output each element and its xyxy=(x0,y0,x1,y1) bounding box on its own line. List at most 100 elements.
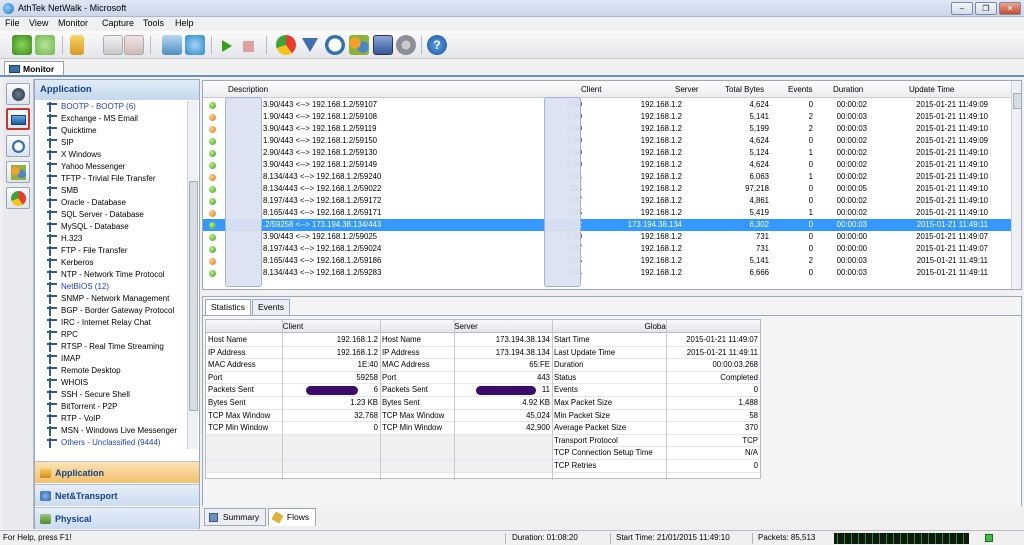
table-row[interactable]: 2.90/443 <--> 192.168.1.2/591302.90192.1… xyxy=(203,147,1011,159)
tree-item[interactable]: NetBIOS (12) xyxy=(47,281,189,293)
col-update-time[interactable]: Update Time xyxy=(909,85,954,94)
table-row[interactable]: 1.90/443 <--> 192.168.1.2/591501.90192.1… xyxy=(203,135,1011,147)
tree-item[interactable]: Others - Unclassified (9444) xyxy=(47,437,189,449)
tree-item[interactable]: SSH - Secure Shell xyxy=(47,389,189,401)
tree-item[interactable]: FTP - File Transfer xyxy=(47,245,189,257)
tab-flows[interactable]: Flows xyxy=(268,508,316,526)
col-client[interactable]: Client xyxy=(581,85,601,94)
table-row[interactable]: 8.165/443 <--> 192.168.1.2/59186.165192.… xyxy=(203,255,1011,267)
tree-item[interactable]: BOOTP - BOOTP (6) xyxy=(47,101,189,113)
col-description[interactable]: Description xyxy=(228,85,268,94)
table-row[interactable]: 3.90/443 <--> 192.168.1.2/591073.90192.1… xyxy=(203,99,1011,111)
tree-item[interactable]: Quicktime xyxy=(47,125,189,137)
tree-item[interactable]: SIP xyxy=(47,137,189,149)
table-row[interactable]: 8.134/443 <--> 192.168.1.2/59022.134192.… xyxy=(203,183,1011,195)
tree-item[interactable]: Remote Desktop xyxy=(47,365,189,377)
tree-item[interactable]: RTP - VoIP xyxy=(47,413,189,425)
toolbar-separator xyxy=(211,36,212,54)
table-row[interactable]: 3.90/443 <--> 192.168.1.2/591193.90192.1… xyxy=(203,123,1011,135)
table-row[interactable]: 3.90/443 <--> 192.168.1.2/591493.90192.1… xyxy=(203,159,1011,171)
col-server[interactable]: Server xyxy=(675,85,699,94)
nav-application[interactable]: Application xyxy=(35,461,199,483)
filter-icon[interactable] xyxy=(302,38,318,52)
table-row[interactable]: 8.134/443 <--> 192.168.1.2/59283.134192.… xyxy=(203,267,1011,279)
tree-item[interactable]: BGP - Border Gateway Protocol xyxy=(47,305,189,317)
table-row[interactable]: 8.134/443 <--> 192.168.1.2/59240.134192.… xyxy=(203,171,1011,183)
tree-item[interactable]: X Windows xyxy=(47,149,189,161)
tree-item[interactable]: BitTorrent - P2P xyxy=(47,401,189,413)
tree-scroll-thumb[interactable] xyxy=(189,181,198,411)
stats-label: Bytes Sent xyxy=(208,398,246,407)
table-row[interactable]: 8.197/443 <--> 192.168.1.2/59172.197192.… xyxy=(203,195,1011,207)
menu-file[interactable]: File xyxy=(5,18,20,28)
tree-item[interactable]: IMAP xyxy=(47,353,189,365)
tree-scrollbar[interactable] xyxy=(187,101,198,449)
users-icon[interactable] xyxy=(349,35,369,55)
tab-statistics[interactable]: Statistics xyxy=(205,299,251,315)
tab-summary[interactable]: Summary xyxy=(204,508,266,526)
rail-chart-button[interactable] xyxy=(6,187,30,209)
nav-physical[interactable]: Physical xyxy=(35,507,199,529)
capture-icon[interactable] xyxy=(162,35,182,55)
clock-icon[interactable] xyxy=(325,35,345,55)
table-row[interactable]: 1.90/443 <--> 192.168.1.2/591081.90192.1… xyxy=(203,111,1011,123)
tree-item[interactable]: NTP - Network Time Protocol xyxy=(47,269,189,281)
pie-chart-icon[interactable] xyxy=(276,35,296,55)
menu-capture[interactable]: Capture xyxy=(102,18,134,28)
close-button[interactable]: ✕ xyxy=(999,2,1021,15)
table-row[interactable]: 3.90/443 <--> 192.168.1.2/590253.90192.1… xyxy=(203,231,1011,243)
forward-icon[interactable] xyxy=(35,35,55,55)
tree-item[interactable]: SQL Server - Database xyxy=(47,209,189,221)
stats-label: Transport Protocol xyxy=(554,435,618,445)
tab-events[interactable]: Events xyxy=(252,299,290,315)
tree-item[interactable]: SMB xyxy=(47,185,189,197)
menu-view[interactable]: View xyxy=(29,18,48,28)
tree-item[interactable]: IRC - Internet Relay Chat xyxy=(47,317,189,329)
table-row[interactable]: 8.197/443 <--> 192.168.1.2/59024.197192.… xyxy=(203,243,1011,255)
menu-monitor[interactable]: Monitor xyxy=(58,18,88,28)
refresh-icon[interactable] xyxy=(185,35,205,55)
stats-value: 192.168.1.2 xyxy=(336,347,378,357)
minimize-button[interactable]: – xyxy=(951,2,973,15)
menu-tools[interactable]: Tools xyxy=(143,18,164,28)
rail-hosts-button[interactable] xyxy=(6,161,30,183)
tree-item[interactable]: Oracle - Database xyxy=(47,197,189,209)
tree-item[interactable]: Kerberos xyxy=(47,257,189,269)
tree-item[interactable]: MSN - Windows Live Messenger xyxy=(47,425,189,437)
restore-button[interactable]: ❐ xyxy=(975,2,997,15)
tree-item[interactable]: RPC xyxy=(47,329,189,341)
rail-history-button[interactable] xyxy=(6,135,30,157)
tree-item[interactable]: TFTP - Trivial File Transfer xyxy=(47,173,189,185)
table-row[interactable]: .2/59258 <--> 173.194.38.134/4431.2173.1… xyxy=(203,219,1011,231)
settings-icon[interactable] xyxy=(396,35,416,55)
tree-item[interactable]: MySQL - Database xyxy=(47,221,189,233)
cell-duration: 00:00:02 xyxy=(836,208,867,217)
tree-item[interactable]: WHOIS xyxy=(47,377,189,389)
table-row[interactable]: 8.165/443 <--> 192.168.1.2/59171.165192.… xyxy=(203,207,1011,219)
tree-item[interactable]: SNMP - Network Management xyxy=(47,293,189,305)
play-icon[interactable] xyxy=(222,40,232,52)
grid-scrollbar[interactable] xyxy=(1011,81,1021,289)
tree-item[interactable]: Yahoo Messenger xyxy=(47,161,189,173)
save-icon[interactable] xyxy=(103,35,123,55)
nav-net-transport[interactable]: Net&Transport xyxy=(35,484,199,506)
tree-item[interactable]: RTSP - Real Time Streaming xyxy=(47,341,189,353)
col-duration[interactable]: Duration xyxy=(833,85,863,94)
stop-icon[interactable] xyxy=(243,41,254,52)
col-total-bytes[interactable]: Total Bytes xyxy=(725,85,764,94)
tab-monitor[interactable]: Monitor xyxy=(4,61,64,76)
rail-application-button[interactable] xyxy=(6,108,30,130)
export-icon[interactable] xyxy=(124,35,144,55)
report-icon[interactable] xyxy=(373,35,393,55)
back-icon[interactable] xyxy=(12,35,32,55)
folder-icon[interactable] xyxy=(70,35,84,55)
tree-item[interactable]: H.323 xyxy=(47,233,189,245)
cell-total-bytes: 731 xyxy=(755,244,769,253)
cell-events: 0 xyxy=(808,268,813,277)
rail-monitor-button[interactable] xyxy=(6,83,30,105)
grid-scroll-thumb[interactable] xyxy=(1013,93,1021,109)
col-events[interactable]: Events xyxy=(788,85,812,94)
menu-help[interactable]: Help xyxy=(175,18,194,28)
help-icon[interactable]: ? xyxy=(427,35,447,55)
tree-item[interactable]: Exchange - MS Email xyxy=(47,113,189,125)
